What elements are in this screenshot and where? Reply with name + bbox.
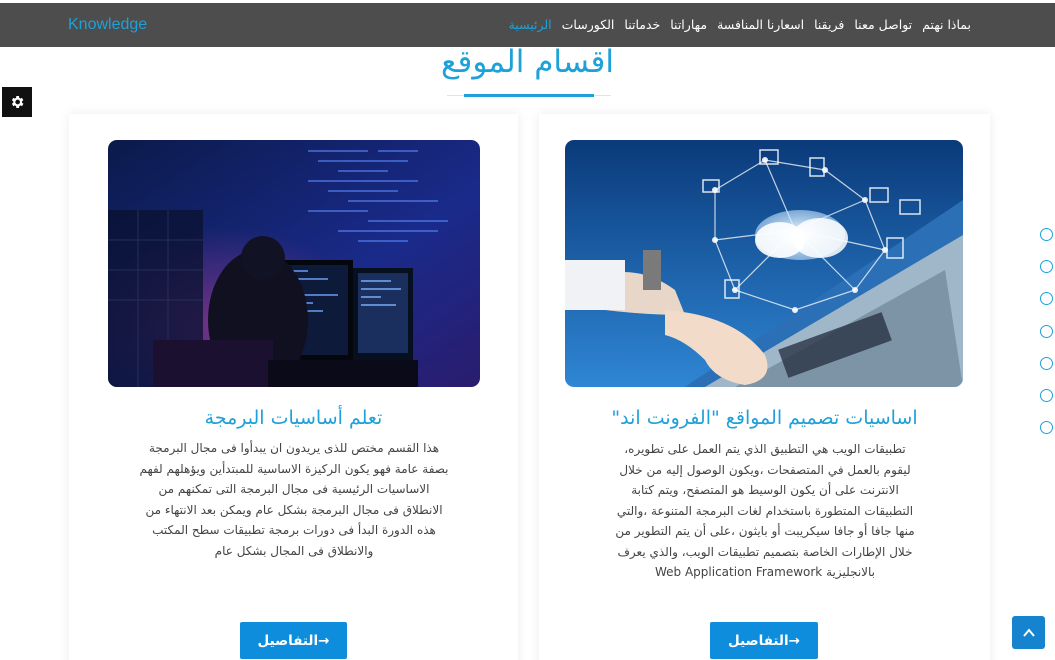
settings-button[interactable] [2, 87, 32, 117]
details-button[interactable]: التفاصيل→ [240, 622, 347, 659]
laptop-cloud-image [565, 140, 963, 387]
card-title: تعلم أساسيات البرمجة [204, 407, 383, 429]
title-underline [464, 94, 594, 97]
nav-dot-icon[interactable] [1040, 356, 1053, 370]
section-dots-nav [1040, 228, 1053, 453]
nav-dot-icon[interactable] [1040, 292, 1053, 306]
nav-item-pricing[interactable]: اسعارنا المنافسة [717, 17, 804, 32]
nav-dot-icon[interactable] [1040, 388, 1053, 402]
main-nav: الرئيسية الكورسات خدماتنا مهاراتنا اسعار… [509, 17, 971, 32]
nav-dot-icon[interactable] [1040, 228, 1053, 241]
nav-item-care[interactable]: بماذا نهتم [922, 17, 971, 32]
nav-dot-icon[interactable] [1040, 260, 1053, 274]
nav-item-skills[interactable]: مهاراتنا [670, 17, 707, 32]
programmer-image [108, 140, 480, 387]
course-card-programming: تعلم أساسيات البرمجة هذا القسم مختص للذى… [69, 114, 518, 660]
nav-item-team[interactable]: فريقنا [814, 17, 844, 32]
section-title: اقسام الموقع [441, 44, 614, 80]
navbar: Knowledge الرئيسية الكورسات خدماتنا مهار… [0, 3, 1055, 47]
brand-logo[interactable]: Knowledge [68, 16, 147, 34]
details-button[interactable]: التفاصيل→ [710, 622, 818, 659]
card-description: هذا القسم مختص للذى يريدون ان يبدأوا فى … [139, 441, 449, 558]
gear-icon [11, 96, 24, 108]
chevron-up-icon [1022, 627, 1035, 637]
nav-item-courses[interactable]: الكورسات [562, 17, 615, 32]
nav-item-contact[interactable]: تواصل معنا [854, 17, 912, 32]
nav-dot-icon[interactable] [1040, 421, 1053, 435]
nav-item-services[interactable]: خدماتنا [624, 17, 660, 32]
card-title: اساسيات تصميم المواقع "الفرونت اند" [611, 407, 918, 429]
card-description: تطبيقات الويب هي التطبيق الذي يتم العمل … [615, 442, 915, 579]
course-card-frontend: اساسيات تصميم المواقع "الفرونت اند" تطبي… [539, 114, 990, 660]
scroll-top-button[interactable] [1012, 616, 1045, 649]
nav-dot-icon[interactable] [1040, 324, 1053, 338]
nav-item-home[interactable]: الرئيسية [509, 17, 552, 32]
